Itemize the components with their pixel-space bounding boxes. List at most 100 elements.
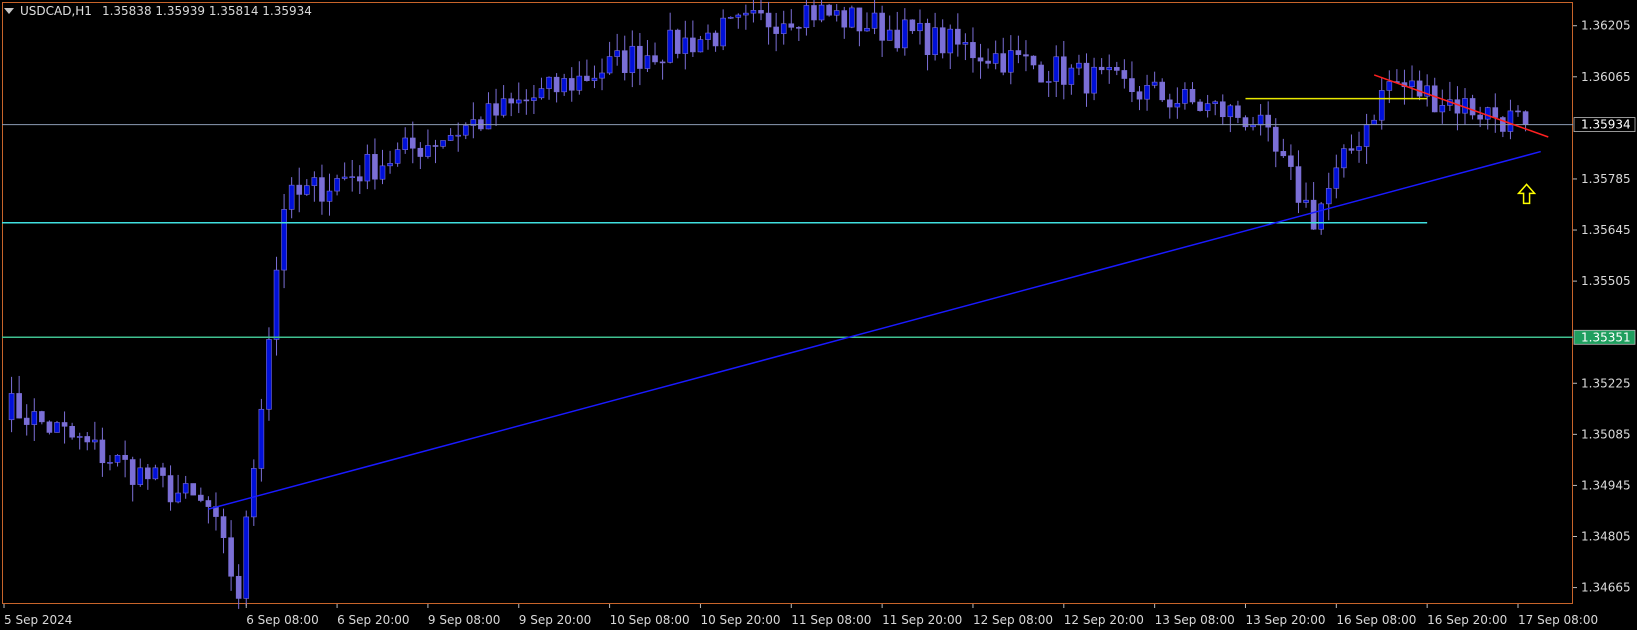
x-tick-label: 12 Sep 08:00 <box>973 613 1053 627</box>
candle-body <box>977 57 984 62</box>
candle-body <box>402 137 409 150</box>
y-tick-label: 1.35645 <box>1581 223 1631 237</box>
chart-header: USDCAD,H1 1.35838 1.35939 1.35814 1.3593… <box>4 4 312 18</box>
candle-body <box>1363 124 1370 147</box>
candle-body <box>682 37 689 54</box>
symbol-timeframe: USDCAD,H1 <box>20 4 92 18</box>
candle-body <box>1038 64 1044 83</box>
candle-body <box>31 411 38 425</box>
candle-body <box>1484 107 1491 120</box>
candle-body <box>697 39 704 53</box>
candle-body <box>1477 114 1483 120</box>
x-tick-label: 11 Sep 20:00 <box>882 613 962 627</box>
candle-body <box>372 154 378 180</box>
candle-body <box>1113 67 1120 71</box>
candle-body <box>955 28 961 45</box>
candle-body <box>69 426 75 438</box>
candle-body <box>129 459 136 485</box>
candle-body <box>1204 103 1211 111</box>
candle-body <box>107 462 113 464</box>
candle-body <box>576 75 583 91</box>
candle-body <box>1257 114 1264 126</box>
candle-body <box>1174 103 1181 108</box>
candle-body <box>167 475 174 503</box>
x-tick-label: 17 Sep 08:00 <box>1518 613 1598 627</box>
candle-body <box>1409 80 1415 88</box>
candle-body <box>1522 111 1529 125</box>
candle-body <box>538 88 545 99</box>
candle-body <box>644 55 651 69</box>
candle-body <box>652 55 658 63</box>
candle-body <box>720 17 726 47</box>
candle-body <box>1212 101 1218 104</box>
candle-body <box>674 29 681 54</box>
candle-body <box>992 53 999 64</box>
candle-body <box>182 483 189 494</box>
candle-body <box>1310 199 1317 230</box>
x-tick-label: 13 Sep 20:00 <box>1245 613 1325 627</box>
candle-body <box>1151 81 1158 86</box>
candle-body <box>1386 81 1393 91</box>
candle-body <box>773 26 779 34</box>
chart-menu-triangle-icon[interactable] <box>4 8 14 14</box>
candle-body <box>894 29 901 49</box>
candle-body <box>61 422 68 427</box>
candle-body <box>917 22 923 32</box>
candle-body <box>553 76 560 93</box>
candle-body <box>92 439 98 443</box>
candle-body <box>1265 114 1271 128</box>
candle-body <box>970 42 976 59</box>
x-tick-label: 9 Sep 20:00 <box>519 613 591 627</box>
y-tick-label: 1.35225 <box>1581 376 1631 390</box>
candle-body <box>198 494 204 501</box>
candle-body <box>1106 67 1113 71</box>
candle-body <box>856 7 863 32</box>
candle-body <box>864 27 870 32</box>
x-tick-label: 6 Sep 20:00 <box>337 613 409 627</box>
candle-body <box>1439 105 1446 113</box>
candle-body <box>637 45 643 69</box>
candle-body <box>1288 155 1294 167</box>
candle-body <box>23 417 30 425</box>
price-chart[interactable]: 1.36205 1.36065 1.35785 1.35645 1.35505 1.352… <box>0 0 1637 630</box>
candle-body <box>1431 85 1438 113</box>
candle-body <box>16 393 22 419</box>
candle-body <box>1295 166 1302 203</box>
candle-body <box>1507 110 1514 132</box>
candle-body <box>122 454 128 460</box>
candle-body <box>455 134 462 137</box>
candle-body <box>1098 66 1105 71</box>
candle-body <box>1000 53 1007 73</box>
x-tick-label: 13 Sep 08:00 <box>1155 613 1235 627</box>
candle-body <box>447 135 454 141</box>
x-tick-label: 12 Sep 20:00 <box>1064 613 1144 627</box>
green-level-tag: 1.35351 <box>1581 330 1631 344</box>
y-tick-label: 1.35785 <box>1581 172 1631 186</box>
candle-body <box>281 209 287 271</box>
candle-body <box>508 98 514 104</box>
candle-body <box>228 537 234 577</box>
plot-frame <box>2 2 1573 604</box>
candle-body <box>1303 199 1309 203</box>
candle-body <box>1356 146 1362 151</box>
candle-body <box>765 12 772 28</box>
candle-body <box>493 103 499 116</box>
candle-body <box>690 37 696 53</box>
candle-body <box>886 29 893 41</box>
candle-body <box>599 72 605 79</box>
candle-body <box>145 467 151 480</box>
candle-body <box>712 32 719 47</box>
candle-body <box>243 516 250 599</box>
candle-body <box>1318 203 1324 230</box>
candle-body <box>561 78 567 93</box>
candle-body <box>1159 81 1166 101</box>
candle-body <box>349 176 356 178</box>
candle-body <box>1091 66 1097 94</box>
candle-body <box>947 28 954 54</box>
candle-body <box>803 5 810 29</box>
candle-body <box>568 78 575 91</box>
candle-body <box>1076 62 1082 69</box>
candle-body <box>985 60 991 64</box>
candle-body <box>175 492 181 503</box>
candle-body <box>1462 98 1468 114</box>
